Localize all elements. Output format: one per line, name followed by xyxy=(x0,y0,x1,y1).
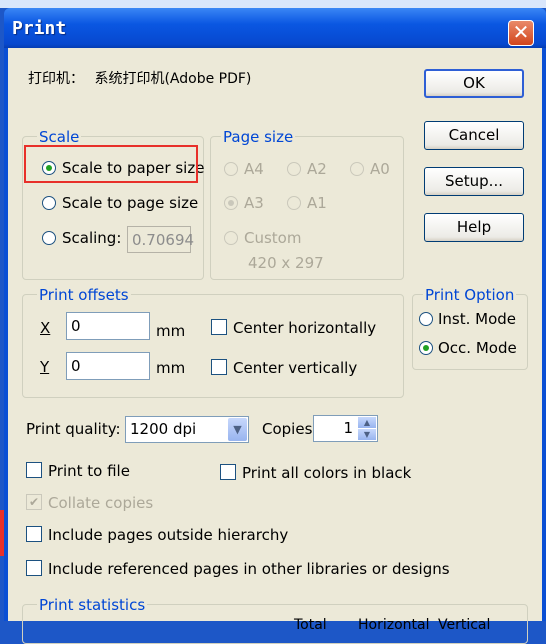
annotation-highlight-box xyxy=(24,145,198,183)
print-to-file-checkbox[interactable] xyxy=(26,462,42,478)
print-all-black-checkbox[interactable] xyxy=(220,464,236,480)
print-option-legend: Print Option xyxy=(423,286,517,304)
printer-label: 打印机： xyxy=(28,71,84,87)
x-offset-label: X xyxy=(40,319,51,337)
occ-mode-radio[interactable] xyxy=(419,341,433,355)
scale-to-page-label[interactable]: Scale to page size xyxy=(62,194,198,212)
center-vertically-label[interactable]: Center vertically xyxy=(233,359,357,377)
close-icon: ✕ xyxy=(512,20,530,44)
center-horizontally-checkbox[interactable] xyxy=(211,319,227,335)
print-quality-value: 1200 dpi xyxy=(130,420,197,438)
custom-dimensions: 420 x 297 xyxy=(248,254,324,272)
copies-value: 1 xyxy=(343,419,353,437)
x-offset-input[interactable]: 0 xyxy=(66,312,150,340)
page-size-a3-radio[interactable] xyxy=(224,196,238,210)
page-size-a0-radio[interactable] xyxy=(350,162,364,176)
print-offsets-legend: Print offsets xyxy=(37,286,131,304)
page-size-custom-radio[interactable] xyxy=(224,231,238,245)
scaling-input[interactable]: 0.70694 xyxy=(127,226,194,253)
print-to-file-label[interactable]: Print to file xyxy=(48,462,130,480)
print-statistics-legend: Print statistics xyxy=(37,596,148,614)
copies-label: Copies: xyxy=(262,420,318,438)
inst-mode-radio[interactable] xyxy=(419,312,433,326)
page-size-a4-radio[interactable] xyxy=(224,162,238,176)
scale-to-page-radio[interactable] xyxy=(42,196,56,210)
help-label: Help xyxy=(456,218,492,236)
include-outside-hierarchy-label[interactable]: Include pages outside hierarchy xyxy=(48,526,288,544)
spin-down-icon[interactable]: ▼ xyxy=(358,429,376,440)
include-outside-hierarchy-checkbox[interactable] xyxy=(26,526,42,542)
page-size-custom-label: Custom xyxy=(244,229,302,247)
dialog-body: 打印机： 系统打印机(Adobe PDF) OK Cancel Setup...… xyxy=(8,48,542,644)
chevron-down-icon[interactable]: ▼ xyxy=(228,418,247,441)
print-all-black-label[interactable]: Print all colors in black xyxy=(242,464,411,482)
collate-copies-label: Collate copies xyxy=(48,494,154,512)
setup-button[interactable]: Setup... xyxy=(424,167,524,196)
include-referenced-checkbox[interactable] xyxy=(26,560,42,576)
page-size-a2-radio[interactable] xyxy=(287,162,301,176)
print-offsets-group: Print offsets xyxy=(22,286,404,398)
collate-copies-checkbox[interactable]: ✔ xyxy=(26,494,42,510)
page-size-a1-radio[interactable] xyxy=(287,196,301,210)
spin-up-icon[interactable]: ▲ xyxy=(358,417,376,428)
scaling-label[interactable]: Scaling: xyxy=(62,229,121,247)
page-size-legend: Page size xyxy=(221,128,296,146)
setup-label: Setup... xyxy=(445,172,503,190)
checkmark-icon: ✔ xyxy=(28,495,40,509)
stats-col-total: Total xyxy=(294,617,327,633)
center-vertically-checkbox[interactable] xyxy=(211,359,227,375)
x-offset-unit: mm xyxy=(156,322,186,340)
ok-button[interactable]: OK xyxy=(424,69,524,98)
print-dialog: Print ✕ 打印机： 系统打印机(Adobe PDF) OK Cancel … xyxy=(4,8,546,644)
occ-mode-label[interactable]: Occ. Mode xyxy=(438,339,517,357)
scale-legend: Scale xyxy=(37,128,82,146)
page-size-a1-label: A1 xyxy=(307,194,327,212)
cancel-button[interactable]: Cancel xyxy=(424,121,524,150)
window-title: Print xyxy=(12,18,67,39)
y-offset-unit: mm xyxy=(156,359,186,377)
radio-selected-dot xyxy=(423,345,429,351)
help-button[interactable]: Help xyxy=(424,213,524,242)
printer-name: 系统打印机(Adobe PDF) xyxy=(94,71,252,87)
y-offset-input[interactable]: 0 xyxy=(66,352,150,380)
radio-selected-dot xyxy=(228,200,234,206)
page-size-a2-label: A2 xyxy=(307,160,327,178)
center-horizontally-label[interactable]: Center horizontally xyxy=(233,319,376,337)
close-button[interactable]: ✕ xyxy=(508,20,534,46)
page-size-a0-label: A0 xyxy=(370,160,390,178)
print-option-group: Print Option xyxy=(412,286,528,370)
scaling-radio[interactable] xyxy=(42,231,56,245)
print-quality-label: Print quality: xyxy=(26,420,121,438)
printer-line: 打印机： 系统打印机(Adobe PDF) xyxy=(28,68,251,88)
title-bar[interactable]: Print ✕ xyxy=(4,8,546,48)
stats-col-vertical: Vertical xyxy=(438,617,491,633)
stats-col-horizontal: Horizontal xyxy=(358,617,430,633)
background-strip xyxy=(0,0,546,8)
page-size-a3-label: A3 xyxy=(244,194,264,212)
y-offset-label: Y xyxy=(40,358,50,376)
inst-mode-label[interactable]: Inst. Mode xyxy=(438,310,516,328)
include-referenced-label[interactable]: Include referenced pages in other librar… xyxy=(48,560,450,578)
page-size-a4-label: A4 xyxy=(244,160,264,178)
print-quality-select[interactable]: 1200 dpi ▼ xyxy=(125,416,249,443)
copies-stepper[interactable]: 1 ▲ ▼ xyxy=(313,415,378,442)
